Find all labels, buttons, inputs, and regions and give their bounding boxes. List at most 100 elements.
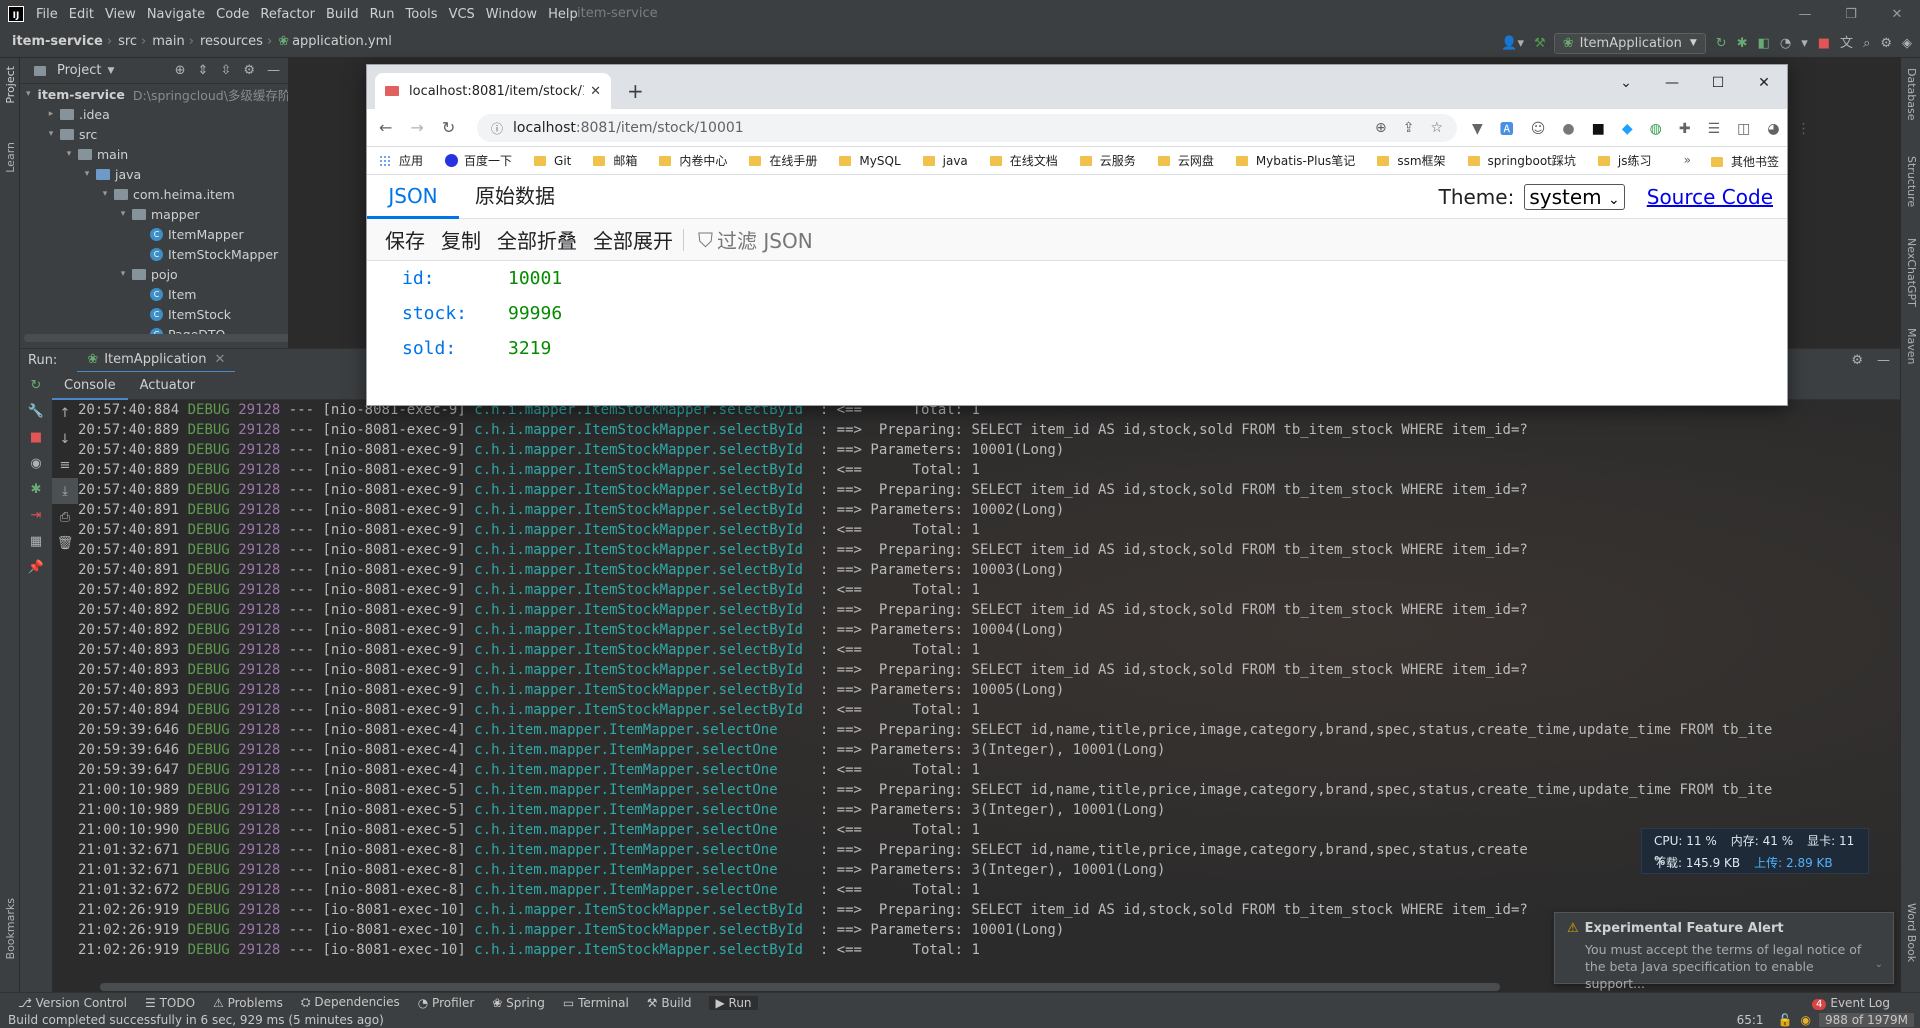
tree-item[interactable]: ▾ mapper bbox=[20, 204, 288, 224]
filter-json-input[interactable]: ⛉ 过滤 JSON bbox=[698, 225, 813, 254]
event-log-button[interactable]: 4 Event Log bbox=[1812, 996, 1890, 1010]
new-tab-icon[interactable]: + bbox=[627, 79, 644, 103]
profile-avatar-icon[interactable]: ◕ bbox=[1767, 121, 1779, 137]
tree-item[interactable]: ▾ src bbox=[20, 124, 288, 144]
tree-item[interactable]: ▸ .idea bbox=[20, 104, 288, 124]
coverage-icon[interactable]: ◧ bbox=[1758, 37, 1770, 50]
debug-icon[interactable]: ✱ bbox=[1737, 37, 1748, 50]
bookmark-item[interactable]: 应用 bbox=[379, 152, 423, 169]
menu-file[interactable]: File bbox=[36, 7, 58, 22]
search-icon[interactable]: ⌕ bbox=[1863, 37, 1870, 50]
chevron-down-icon[interactable]: ▾ bbox=[98, 189, 112, 199]
expand-all-button[interactable]: 全部展开 bbox=[593, 225, 673, 254]
tool-tab-dependencies[interactable]: ⛭ Dependencies bbox=[301, 995, 400, 1010]
rerun-icon[interactable]: ↻ bbox=[1716, 37, 1727, 50]
side-panel-icon[interactable]: ◫ bbox=[1737, 121, 1750, 137]
bookmark-item[interactable]: 百度一下 bbox=[445, 152, 512, 169]
camera-icon[interactable]: ◉ bbox=[20, 450, 52, 476]
scroll-down-icon[interactable]: ↓ bbox=[52, 426, 78, 452]
minimize-icon[interactable]: — bbox=[1649, 75, 1695, 91]
layout-icon[interactable]: ▦ bbox=[20, 528, 52, 554]
run-configuration-select[interactable]: ❀ ItemApplication ▼ bbox=[1553, 32, 1706, 54]
tool-tab-profiler[interactable]: ◔ Profiler bbox=[418, 996, 475, 1010]
hide-panel-icon[interactable]: — bbox=[1877, 354, 1890, 367]
word-book-tool-tab[interactable]: Word Book bbox=[1905, 903, 1918, 962]
settings-gear-icon[interactable]: ⚙ bbox=[1880, 37, 1892, 50]
caret-position[interactable]: 65:1 bbox=[1737, 1013, 1764, 1027]
menu-tools[interactable]: Tools bbox=[406, 7, 438, 22]
json-row[interactable]: id: 10001 bbox=[367, 261, 1787, 296]
user-icon[interactable]: 👤▾ bbox=[1501, 37, 1524, 50]
browser-tab[interactable]: localhost:8081/item/stock/10( ✕ bbox=[375, 73, 611, 109]
build-hammer-icon[interactable]: ⚒ bbox=[1534, 37, 1546, 50]
chevron-down-icon[interactable]: ▼ bbox=[107, 66, 114, 76]
code-with-me-icon[interactable]: ◈ bbox=[1902, 37, 1912, 50]
tree-item[interactable]: C ItemStock bbox=[20, 304, 288, 324]
menu-run[interactable]: Run bbox=[370, 7, 395, 22]
more-run-options-icon[interactable]: ▾ bbox=[1801, 37, 1808, 50]
tool-tab-todo[interactable]: ☰ TODO bbox=[145, 996, 195, 1010]
tool-tab-problems[interactable]: ⚠ Problems bbox=[213, 996, 283, 1010]
close-tab-icon[interactable]: ✕ bbox=[214, 352, 225, 367]
bookmark-item[interactable]: 云服务 bbox=[1079, 152, 1136, 169]
menu-navigate[interactable]: Navigate bbox=[147, 7, 205, 22]
horizontal-scrollbar[interactable] bbox=[24, 334, 292, 342]
menu-window[interactable]: Window bbox=[486, 7, 537, 22]
scroll-to-end-icon[interactable]: ⤓ bbox=[52, 478, 78, 504]
tool-tab-spring[interactable]: ❀ Spring bbox=[492, 996, 545, 1010]
copy-button[interactable]: 复制 bbox=[441, 225, 481, 254]
rerun-icon[interactable]: ↻ bbox=[20, 372, 52, 398]
bookmarks-tool-tab[interactable]: Bookmarks bbox=[4, 898, 17, 959]
chevron-right-icon[interactable]: ▸ bbox=[44, 109, 58, 119]
translate-extension-icon[interactable]: 🅰 bbox=[1500, 119, 1514, 139]
tree-item[interactable]: C ItemStockMapper bbox=[20, 244, 288, 264]
lock-icon[interactable]: 🔓 bbox=[1778, 1013, 1793, 1027]
tree-item[interactable]: C Item bbox=[20, 284, 288, 304]
build-status-text[interactable]: Build completed successfully in 6 sec, 9… bbox=[8, 1013, 384, 1027]
scroll-up-icon[interactable]: ↑ bbox=[52, 400, 78, 426]
extension-c-icon[interactable]: ● bbox=[1562, 121, 1574, 137]
project-tool-tab[interactable]: Project bbox=[4, 66, 17, 104]
chevron-down-icon[interactable]: ▾ bbox=[62, 149, 76, 159]
breadcrumb-item[interactable]: src bbox=[118, 34, 137, 49]
chevron-down-icon[interactable]: ▾ bbox=[116, 209, 130, 219]
save-button[interactable]: 保存 bbox=[385, 225, 425, 254]
bookmark-item[interactable]: springboot踩坑 bbox=[1467, 152, 1576, 169]
chrome-menu-icon[interactable]: ⋮ bbox=[1797, 121, 1811, 137]
tree-item[interactable]: ▾ java bbox=[20, 164, 288, 184]
source-code-link[interactable]: Source Code bbox=[1647, 185, 1773, 209]
tree-item[interactable]: ▾ item-service D:\springcloud\多级缓存阶段\item-… bbox=[20, 84, 346, 104]
chevron-down-icon[interactable]: ▾ bbox=[44, 129, 58, 139]
run-tab-itemapplication[interactable]: ❀ ItemApplication ✕ bbox=[77, 349, 236, 373]
chevron-down-icon[interactable]: ▾ bbox=[26, 89, 31, 99]
zoom-icon[interactable]: ⊕ bbox=[1375, 120, 1387, 136]
extension-globe-icon[interactable]: ◍ bbox=[1650, 121, 1662, 137]
bookmark-item[interactable]: 邮箱 bbox=[593, 152, 637, 169]
stop-icon[interactable]: ■ bbox=[20, 424, 52, 450]
extensions-puzzle-icon[interactable]: ✚ bbox=[1679, 121, 1691, 137]
bookmark-item[interactable]: MySQL bbox=[839, 154, 901, 168]
database-tool-tab[interactable]: Database bbox=[1905, 68, 1918, 121]
more-bookmarks-icon[interactable]: » bbox=[1684, 153, 1691, 167]
profiler-icon[interactable]: ◔ bbox=[1780, 37, 1791, 50]
console-tab-console[interactable]: Console bbox=[52, 372, 128, 400]
tree-item[interactable]: ▾ main bbox=[20, 144, 288, 164]
menu-build[interactable]: Build bbox=[326, 7, 359, 22]
clear-trash-icon[interactable]: 🗑 bbox=[52, 530, 78, 556]
breadcrumb-item[interactable]: item-service bbox=[12, 34, 103, 49]
other-bookmarks[interactable]: 其他书签 bbox=[1710, 153, 1779, 170]
settings-gear-icon[interactable]: ⚙ bbox=[243, 64, 255, 77]
collapse-all-button[interactable]: 全部折叠 bbox=[497, 225, 577, 254]
restore-icon[interactable]: ❐ bbox=[1828, 7, 1874, 22]
reload-icon[interactable]: ↻ bbox=[442, 118, 455, 137]
tree-item[interactable]: ▾ com.heima.item bbox=[20, 184, 288, 204]
bookmark-item[interactable]: 云网盘 bbox=[1157, 152, 1214, 169]
breadcrumb-item[interactable]: resources bbox=[200, 34, 263, 49]
share-icon[interactable]: ⇪ bbox=[1403, 120, 1415, 136]
bookmark-item[interactable]: 在线文档 bbox=[989, 152, 1058, 169]
close-icon[interactable]: ✕ bbox=[1874, 7, 1920, 22]
console-horizontal-scrollbar[interactable] bbox=[100, 983, 1500, 991]
minimize-icon[interactable]: — bbox=[1782, 7, 1828, 22]
tree-item[interactable]: C ItemMapper bbox=[20, 224, 288, 244]
stop-icon[interactable]: ■ bbox=[1818, 37, 1830, 50]
